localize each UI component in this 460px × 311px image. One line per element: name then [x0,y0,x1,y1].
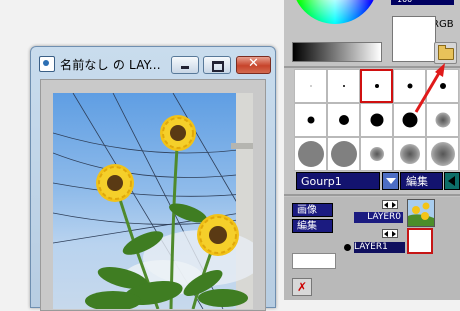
image-button[interactable]: 画像 [292,203,333,217]
layer1-arrows[interactable] [382,229,398,238]
app-icon [39,56,55,72]
color-wheel[interactable] [292,0,378,24]
group-select[interactable]: Gourp1 [296,172,380,190]
sunflower-illustration [53,93,253,309]
layer1-thumbnail[interactable] [407,228,433,254]
group-row: Gourp1 編集 [296,172,460,192]
layer0-thumbnail-image [408,200,434,226]
layer0-arrows[interactable] [382,200,398,209]
minimize-button[interactable] [171,56,199,74]
restore-button[interactable] [203,56,231,74]
edit-group-button[interactable]: 編集 [400,172,443,190]
brush-dot-icon [330,141,357,167]
brush-dot-icon [297,141,324,167]
sunflower-head [96,164,134,202]
brush-cell[interactable] [426,137,459,171]
grayscale-slider[interactable] [292,42,382,62]
brush-cell[interactable] [327,103,360,137]
brush-dot-icon [430,142,455,166]
canvas-frame [40,79,266,311]
close-button[interactable]: ✕ [236,56,271,74]
layer-area: 画像 編集 LAYER0 LAYER1 ✗ [284,197,460,300]
brush-dot-icon [342,85,345,87]
arrow-left-icon [448,176,455,186]
layer0-name[interactable]: LAYER0 [354,212,403,223]
layer1-name[interactable]: LAYER1 [354,242,405,253]
delete-icon: ✗ [296,280,308,294]
sunflower-head [197,214,239,256]
brush-cell[interactable] [327,69,360,103]
sunflower-photo[interactable] [53,93,253,309]
sunflower-head [160,115,196,151]
brush-dot-icon [374,84,379,88]
brush-dot-icon [370,113,383,127]
group-dropdown-button[interactable] [382,172,399,190]
close-icon: ✕ [248,56,259,71]
layer-name-field[interactable] [292,253,336,269]
folder-icon [438,45,454,60]
window-title: 名前なし の LAY... [60,58,161,72]
brush-cell[interactable] [294,137,327,171]
brush-dot-icon [369,147,384,161]
value-field[interactable]: 100 [391,0,454,5]
document-window: 名前なし の LAY... ✕ [30,46,276,311]
layer-edit-button[interactable]: 編集 [292,219,333,233]
visibility-dot-icon[interactable] [344,244,351,251]
current-color-swatch[interactable] [392,16,436,62]
tool-panel: 100 RGB Gourp1 編集 画像 編集 LAYER0 LAYER1 [284,0,460,300]
brush-cell[interactable] [360,69,393,103]
brush-dot-icon [307,116,314,124]
brush-dot-icon [399,144,420,164]
brush-cell[interactable] [360,137,393,171]
divider [284,194,460,196]
title-bar[interactable]: 名前なし の LAY... ✕ [31,47,275,77]
group-nav-button[interactable] [444,172,460,190]
annotation-arrow [414,63,445,113]
pole-bracket [231,143,253,149]
brush-dot-icon [338,115,349,125]
layer0-thumbnail[interactable] [407,199,435,227]
brush-cell[interactable] [327,137,360,171]
brush-cell[interactable] [294,103,327,137]
brush-cell[interactable] [294,69,327,103]
minimize-icon [181,66,189,69]
delete-layer-button[interactable]: ✗ [292,278,312,296]
chevron-down-icon [386,178,396,184]
brush-dot-icon [310,85,311,87]
brush-cell[interactable] [393,137,426,171]
brush-cell[interactable] [360,103,393,137]
restore-icon [212,61,224,72]
